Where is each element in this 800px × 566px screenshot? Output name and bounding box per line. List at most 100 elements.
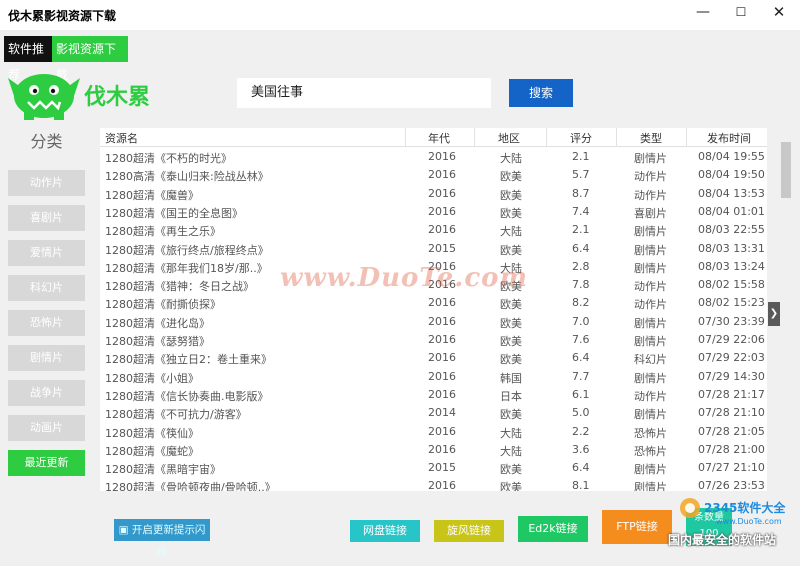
row-type: 剧情片 bbox=[634, 371, 667, 385]
close-icon[interactable]: ✕ bbox=[762, 0, 796, 26]
table-header: 资源名 年代 地区 评分 类型 发布时间 bbox=[100, 128, 767, 147]
row-type: 剧情片 bbox=[634, 316, 667, 330]
row-name: 1280超清《独立日2：卷土重来》 bbox=[105, 353, 272, 367]
column-header-time[interactable]: 发布时间 bbox=[707, 130, 751, 146]
row-type: 动作片 bbox=[634, 188, 667, 202]
search-input[interactable]: 美国往事 bbox=[237, 78, 491, 108]
row-year: 2016 bbox=[428, 369, 456, 383]
table-row[interactable]: 1280超清《筷仙》 2016 大陆 2.2 恐怖片 07/28 21:05 bbox=[100, 423, 767, 441]
table-row[interactable]: 1280超清《独立日2：卷土重来》 2016 欧美 6.4 科幻片 07/29 22:03 bbox=[100, 349, 767, 367]
row-score: 8.1 bbox=[572, 479, 590, 491]
row-year: 2016 bbox=[428, 424, 456, 438]
row-type: 剧情片 bbox=[634, 463, 667, 477]
table-row[interactable]: 1280超清《进化岛》 2016 欧美 7.0 剧情片 07/30 23:39 bbox=[100, 313, 767, 331]
category-item-animation[interactable]: 动画片 bbox=[8, 415, 85, 441]
row-year: 2015 bbox=[428, 241, 456, 255]
row-name: 1280超清《黑暗宇宙》 bbox=[105, 463, 221, 477]
category-item-scifi[interactable]: 科幻片 bbox=[8, 275, 85, 301]
row-type: 喜剧片 bbox=[634, 206, 667, 220]
row-name: 1280超清《不可抗力/游客》 bbox=[105, 408, 247, 422]
table-row[interactable]: 1280超清《国王的全息图》 2016 欧美 7.4 喜剧片 08/04 01:01 bbox=[100, 203, 767, 221]
column-header-score[interactable]: 评分 bbox=[570, 130, 592, 146]
row-score: 7.0 bbox=[572, 314, 590, 328]
row-time: 08/04 01:01 bbox=[698, 204, 765, 218]
ftp-link-button[interactable]: FTP链接 bbox=[602, 510, 672, 544]
ed2k-link-button[interactable]: Ed2k链接 bbox=[518, 516, 588, 542]
row-region: 大陆 bbox=[500, 444, 522, 458]
row-type: 剧情片 bbox=[634, 408, 667, 422]
resource-table: 资源名 年代 地区 评分 类型 发布时间 1280超清《不朽的时光》 2016 大陆… bbox=[100, 128, 767, 491]
row-type: 恐怖片 bbox=[634, 426, 667, 440]
corner-brand-text: 2345软件大全 bbox=[704, 500, 786, 515]
row-name: 1280超清《猎神：冬日之战》 bbox=[105, 280, 254, 294]
row-score: 6.4 bbox=[572, 351, 590, 365]
category-item-horror[interactable]: 恐怖片 bbox=[8, 310, 85, 336]
category-item-war[interactable]: 战争片 bbox=[8, 380, 85, 406]
table-row[interactable]: 1280超清《不朽的时光》 2016 大陆 2.1 剧情片 08/04 19:55 bbox=[100, 148, 767, 166]
row-time: 08/04 19:50 bbox=[698, 168, 765, 182]
table-row[interactable]: 1280超清《瑟努猎》 2016 欧美 7.6 剧情片 07/29 22:06 bbox=[100, 331, 767, 349]
row-time: 07/28 21:10 bbox=[698, 406, 765, 420]
table-row[interactable]: 1280超清《小姐》 2016 韩国 7.7 剧情片 07/29 14:30 bbox=[100, 368, 767, 386]
row-year: 2014 bbox=[428, 406, 456, 420]
column-header-type[interactable]: 类型 bbox=[640, 130, 662, 146]
tab-software-recommend[interactable]: 软件推荐 bbox=[4, 36, 52, 82]
row-score: 7.4 bbox=[572, 204, 590, 218]
row-name: 1280超清《小姐》 bbox=[105, 371, 199, 385]
table-row[interactable]: 1280超清《不可抗力/游客》 2014 欧美 5.0 剧情片 07/28 21:10 bbox=[100, 404, 767, 422]
row-region: 欧美 bbox=[500, 463, 522, 477]
corner-slogan-text: 国内最安全的软件站 bbox=[668, 533, 777, 547]
row-year: 2016 bbox=[428, 150, 456, 163]
row-region: 欧美 bbox=[500, 206, 522, 220]
row-score: 7.8 bbox=[572, 278, 590, 292]
row-score: 3.6 bbox=[572, 442, 590, 456]
row-region: 日本 bbox=[500, 389, 522, 403]
row-time: 08/04 19:55 bbox=[698, 150, 765, 163]
update-notify-label: 开启更新提示闪烁 bbox=[131, 524, 206, 558]
search-button[interactable]: 搜索 bbox=[509, 79, 573, 107]
row-name: 1280超清《再生之乐》 bbox=[105, 225, 221, 239]
row-time: 08/04 13:53 bbox=[698, 186, 765, 200]
category-item-comedy[interactable]: 喜剧片 bbox=[8, 205, 85, 231]
column-header-name[interactable]: 资源名 bbox=[105, 130, 138, 146]
row-score: 7.7 bbox=[572, 369, 590, 383]
table-row[interactable]: 1280超清《骨哈顿夜曲/骨哈顿..》 2016 欧美 8.1 剧情片 07/26 23:… bbox=[100, 477, 767, 491]
row-year: 2016 bbox=[428, 168, 456, 182]
minimize-icon[interactable]: — bbox=[686, 0, 720, 26]
column-header-region[interactable]: 地区 bbox=[498, 130, 520, 146]
table-row[interactable]: 1280超清《魔兽》 2016 欧美 8.7 动作片 08/04 13:53 bbox=[100, 185, 767, 203]
row-score: 8.2 bbox=[572, 296, 590, 310]
row-name: 1280超清《不朽的时光》 bbox=[105, 152, 232, 165]
category-item-drama[interactable]: 剧情片 bbox=[8, 345, 85, 371]
tab-movie-download[interactable]: 影视资源下载 bbox=[52, 36, 128, 82]
table-row[interactable]: 1280超清《黑暗宇宙》 2015 欧美 6.4 剧情片 07/27 21:10 bbox=[100, 459, 767, 477]
scrollbar-thumb[interactable] bbox=[781, 142, 791, 198]
category-item-action[interactable]: 动作片 bbox=[8, 170, 85, 196]
app-logo: 伐木累 bbox=[8, 74, 150, 120]
table-row[interactable]: 1280超清《耐撕侦探》 2016 欧美 8.2 动作片 08/02 15:23 bbox=[100, 294, 767, 312]
row-name: 1280超清《魔兽》 bbox=[105, 188, 199, 202]
table-row[interactable]: 1280高清《泰山归来:险战丛林》 2016 欧美 5.7 动作片 08/04 19:50 bbox=[100, 166, 767, 184]
row-name: 1280超清《魔蛇》 bbox=[105, 444, 199, 458]
netdisk-link-button[interactable]: 网盘链接 bbox=[350, 520, 420, 542]
row-year: 2016 bbox=[428, 296, 456, 310]
row-year: 2016 bbox=[428, 479, 456, 491]
category-item-recent[interactable]: 最近更新 bbox=[8, 450, 85, 476]
row-type: 动作片 bbox=[634, 389, 667, 403]
row-score: 7.6 bbox=[572, 333, 590, 346]
update-notify-button[interactable]: ▣ 开启更新提示闪烁 bbox=[114, 519, 210, 558]
column-header-year[interactable]: 年代 bbox=[428, 130, 450, 146]
maximize-icon[interactable]: ☐ bbox=[724, 0, 758, 26]
table-row[interactable]: 1280超清《魔蛇》 2016 大陆 3.6 恐怖片 07/28 21:00 bbox=[100, 441, 767, 459]
category-item-romance[interactable]: 爱情片 bbox=[8, 240, 85, 266]
row-time: 07/28 21:17 bbox=[698, 387, 765, 401]
chevron-right-icon[interactable]: ❯ bbox=[768, 302, 780, 326]
xuanfeng-link-button[interactable]: 旋风链接 bbox=[434, 520, 504, 542]
table-row[interactable]: 1280超清《再生之乐》 2016 大陆 2.1 剧情片 08/03 22:55 bbox=[100, 221, 767, 239]
table-row[interactable]: 1280超清《旅行终点/旅程终点》 2015 欧美 6.4 剧情片 08/03 13:31 bbox=[100, 240, 767, 258]
row-name: 1280超清《进化岛》 bbox=[105, 316, 210, 330]
table-row[interactable]: 1280超清《信长协奏曲.电影版》 2016 日本 6.1 动作片 07/28 21:17 bbox=[100, 386, 767, 404]
table-scrollbar[interactable] bbox=[779, 128, 793, 491]
title-bar: 伐木累影视资源下载 — ☐ ✕ bbox=[0, 0, 800, 30]
row-score: 6.4 bbox=[572, 461, 590, 475]
